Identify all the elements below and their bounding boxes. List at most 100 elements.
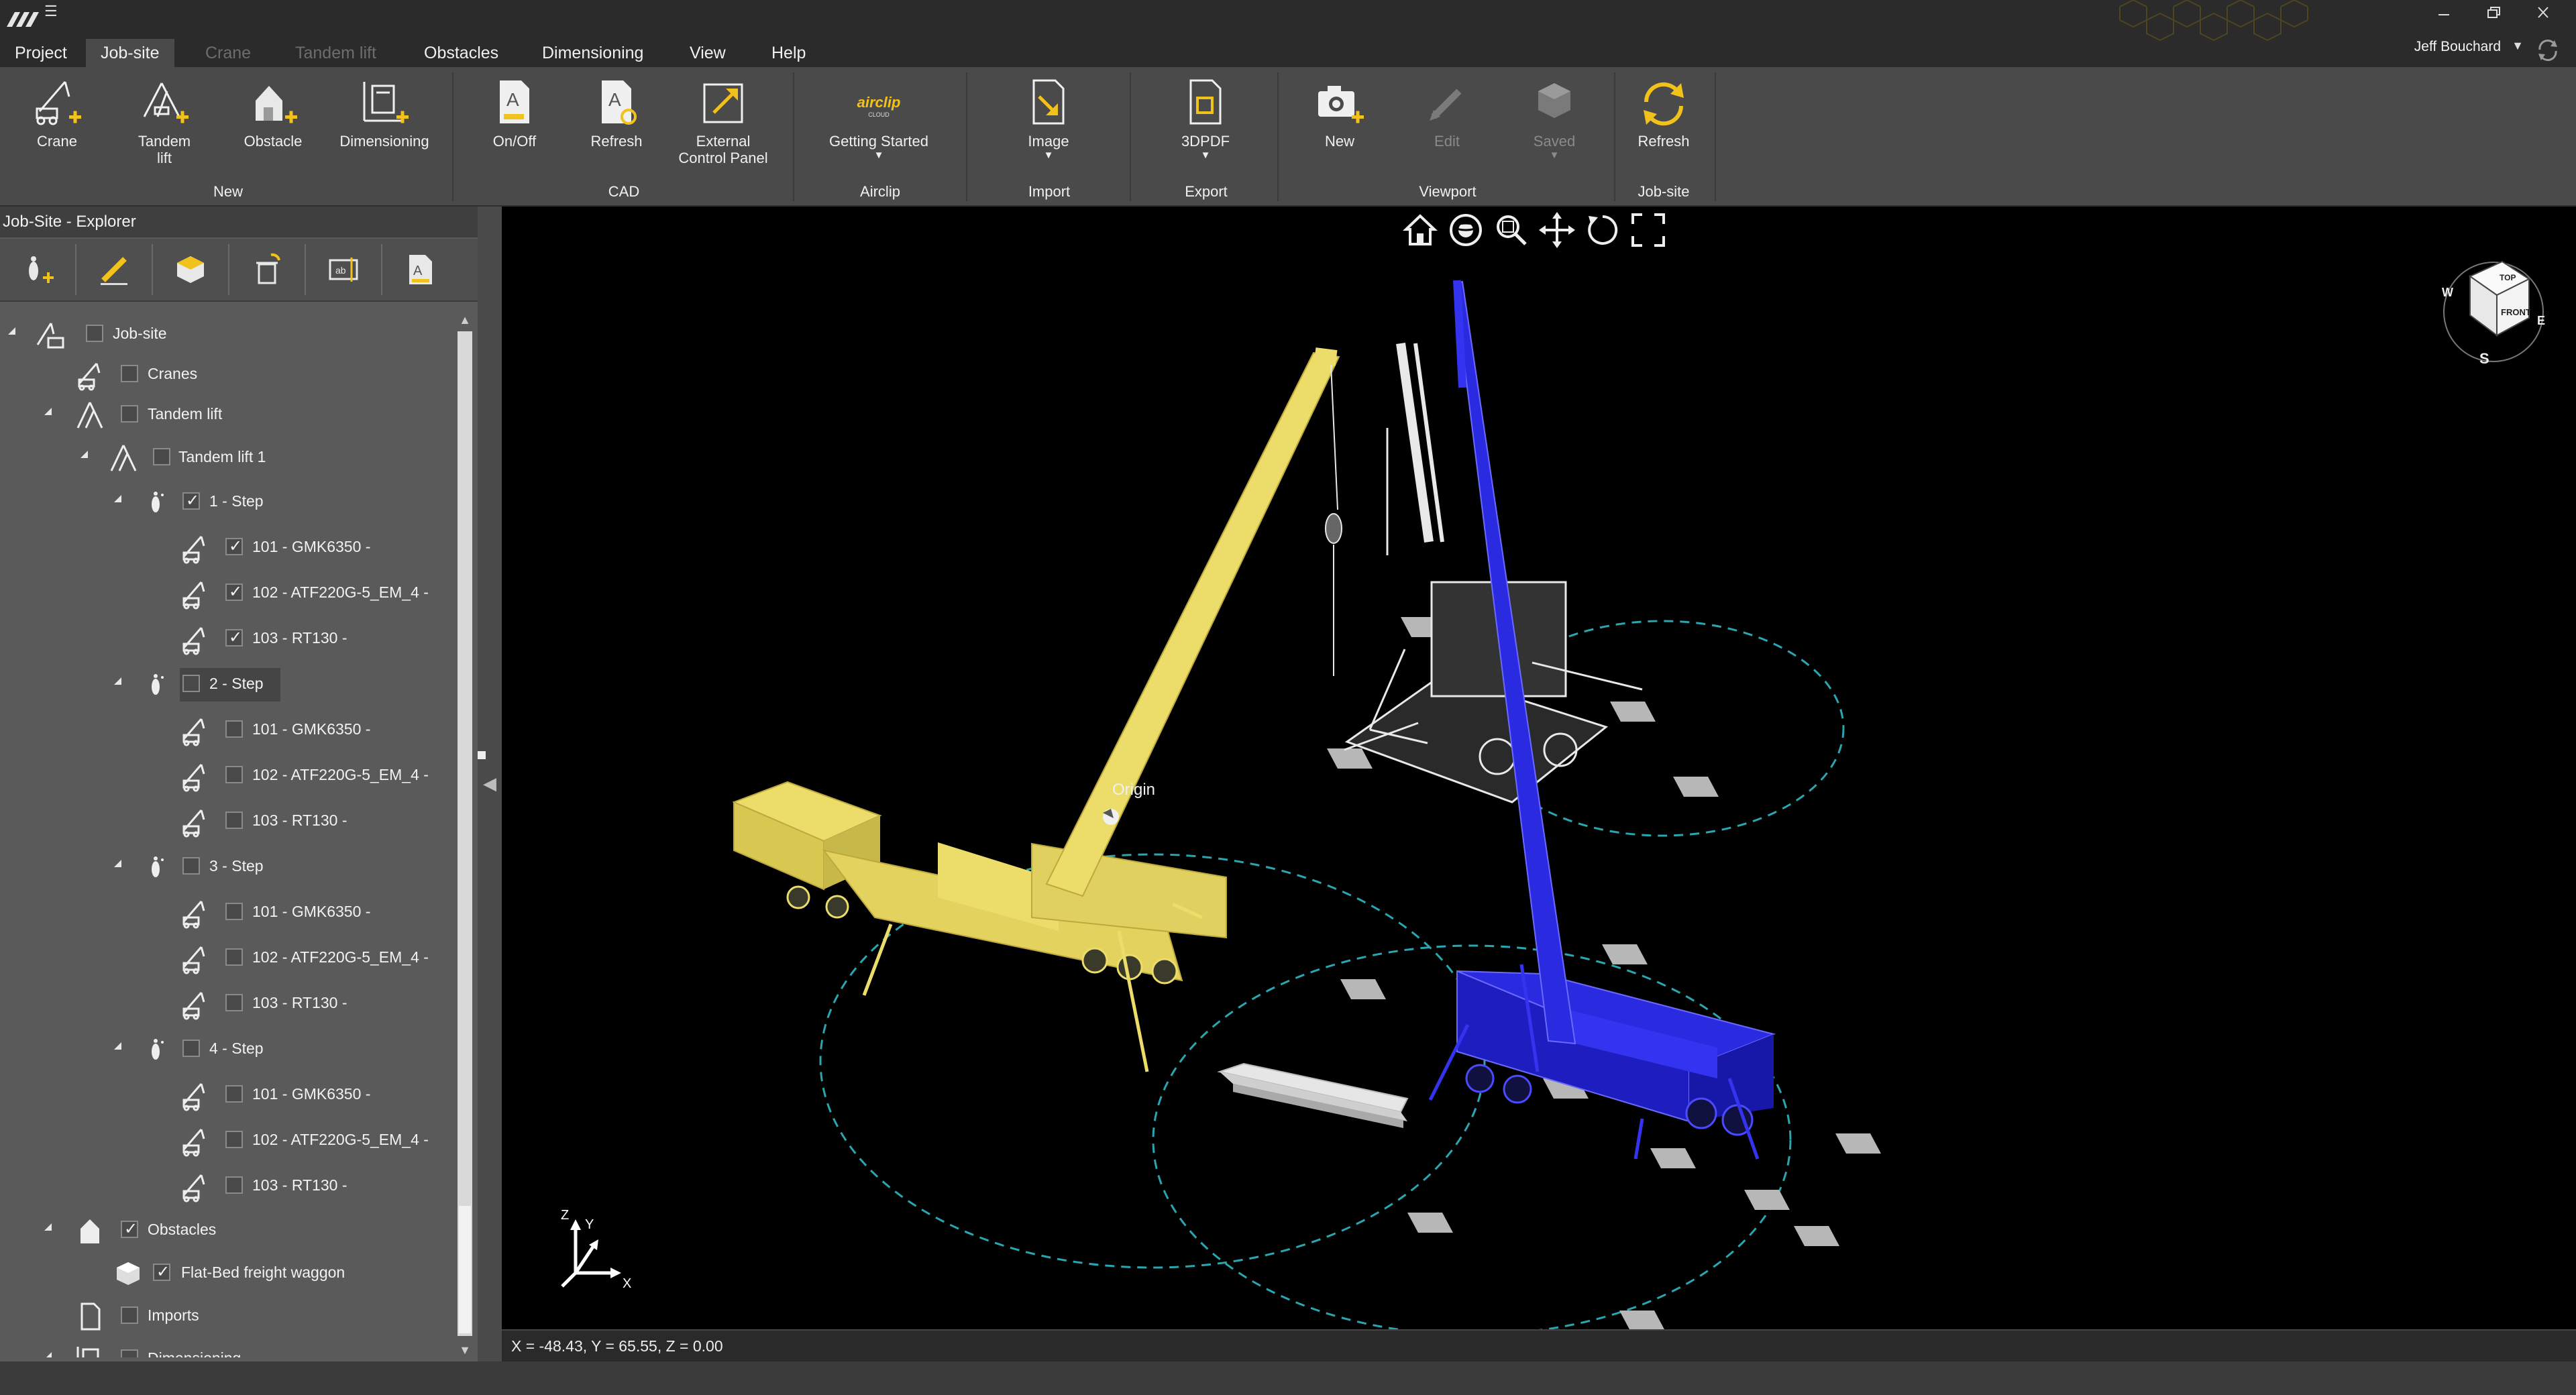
user-dropdown-icon[interactable]: ▼ (2512, 39, 2524, 53)
tree-node[interactable]: Obstacles (0, 1211, 453, 1249)
saved-viewports-button[interactable]: Saved ▼ (1517, 76, 1591, 162)
new-viewport-button[interactable]: New (1303, 76, 1377, 150)
menu-tab-view[interactable]: View (675, 39, 741, 67)
tree-node[interactable]: 102 - ATF220G-5_EM_4 - (0, 1121, 453, 1159)
collapse-panel-icon[interactable]: ◀ (483, 773, 496, 794)
tree-checkbox[interactable] (225, 1176, 243, 1194)
tree-node[interactable]: 101 - GMK6350 - (0, 1076, 453, 1113)
tree-node[interactable]: 1 - Step (0, 483, 453, 520)
tree-node[interactable]: 101 - GMK6350 - (0, 893, 453, 931)
menu-tab-dimensioning[interactable]: Dimensioning (527, 39, 658, 67)
tandem-lift-button[interactable]: Tandem lift (127, 76, 201, 166)
3d-viewport[interactable]: Origin TOP FRONT W E S Z Y X (502, 207, 2576, 1361)
tree-checkbox[interactable] (225, 537, 243, 556)
tree-node[interactable]: 102 - ATF220G-5_EM_4 - (0, 574, 453, 612)
tree-checkbox[interactable] (86, 325, 103, 342)
external-control-panel-button[interactable]: External Control Panel (669, 76, 777, 166)
tree-checkbox[interactable] (153, 448, 170, 465)
tree-checkbox[interactable] (121, 1349, 138, 1357)
explorer-annotation-button[interactable]: A (382, 244, 458, 295)
tree-checkbox[interactable] (121, 1306, 138, 1324)
tree-node[interactable]: 101 - GMK6350 - (0, 711, 453, 748)
quick-access-menu-icon[interactable]: ☰ (44, 3, 58, 20)
tree-node[interactable]: Job-site (0, 315, 453, 353)
tree-node[interactable]: Cranes (0, 355, 453, 393)
explorer-scrollbar[interactable]: ▲ ▼ (455, 307, 475, 1360)
jobsite-refresh-button[interactable]: Refresh (1623, 76, 1704, 150)
tree-expander-icon[interactable] (80, 451, 88, 458)
scrollbar-track[interactable] (458, 331, 472, 1336)
restore-icon[interactable] (2483, 4, 2504, 21)
explorer-edit-button[interactable] (76, 244, 153, 295)
tree-checkbox[interactable] (182, 857, 200, 875)
home-view-icon[interactable] (1401, 211, 1440, 249)
tree-node[interactable]: 102 - ATF220G-5_EM_4 - (0, 939, 453, 976)
tree-node[interactable]: Tandem lift 1 (0, 439, 453, 476)
explorer-delete-button[interactable] (229, 244, 306, 295)
tree-node[interactable]: Dimensioning (0, 1340, 453, 1357)
tree-checkbox[interactable] (225, 1131, 243, 1148)
explorer-label-button[interactable]: ab (306, 244, 382, 295)
tree-checkbox[interactable] (225, 628, 243, 647)
tree-checkbox[interactable] (182, 675, 200, 692)
tree-checkbox[interactable] (225, 994, 243, 1011)
tree-node[interactable]: 102 - ATF220G-5_EM_4 - (0, 757, 453, 794)
tree-checkbox[interactable] (153, 1262, 170, 1282)
flat-bed-freight-waggon[interactable] (1217, 1062, 1409, 1128)
tree-expander-icon[interactable] (114, 1042, 121, 1050)
orbit-icon[interactable] (1446, 211, 1485, 249)
tree-checkbox[interactable] (225, 812, 243, 829)
menu-tab-obstacles[interactable]: Obstacles (409, 39, 513, 67)
tree-node[interactable]: Imports (0, 1297, 453, 1335)
tree-checkbox[interactable] (121, 1219, 138, 1239)
tree-checkbox[interactable] (182, 491, 200, 510)
scroll-down-icon[interactable]: ▼ (455, 1340, 475, 1360)
menu-tab-crane[interactable]: Crane (191, 39, 266, 67)
tree-expander-icon[interactable] (114, 677, 121, 685)
explorer-object-button[interactable] (153, 244, 229, 295)
tree-node[interactable]: 103 - RT130 - (0, 985, 453, 1022)
splitter-handle[interactable] (478, 751, 486, 759)
explorer-add-step-button[interactable] (0, 244, 76, 295)
tree-node[interactable]: Flat-Bed freight waggon (0, 1254, 453, 1292)
job-site-scene[interactable] (502, 207, 2576, 1361)
image-import-button[interactable]: Image ▼ (1012, 76, 1085, 162)
tree-expander-icon[interactable] (114, 495, 121, 502)
tree-node[interactable]: 4 - Step (0, 1030, 453, 1068)
yellow-crane-model[interactable] (732, 347, 1340, 1072)
export-3dpdf-button[interactable]: 3DPDF ▼ (1169, 76, 1242, 162)
minimize-icon[interactable] (2434, 4, 2454, 21)
tree-expander-icon[interactable] (8, 327, 15, 335)
fullscreen-icon[interactable] (1629, 211, 1668, 249)
sync-icon[interactable] (2534, 38, 2561, 63)
navigation-cube-icon[interactable]: TOP FRONT W E S (2430, 241, 2557, 369)
dimensioning-button[interactable]: Dimensioning (334, 76, 435, 150)
tree-expander-icon[interactable] (114, 860, 121, 867)
obstacle-button[interactable]: Obstacle (236, 76, 310, 150)
menu-tab-tandem-lift[interactable]: Tandem lift (280, 39, 391, 67)
menu-tab-job-site[interactable]: Job-site (86, 39, 174, 67)
tree-node[interactable]: Tandem lift (0, 396, 453, 433)
user-name[interactable]: Jeff Bouchard (2414, 39, 2501, 55)
menu-tab-project[interactable]: Project (0, 39, 82, 67)
getting-started-button[interactable]: airclip CLOUD Getting Started ▼ (818, 76, 939, 162)
tree-checkbox[interactable] (121, 365, 138, 382)
edit-viewport-button[interactable]: Edit (1410, 76, 1484, 150)
tree-node[interactable]: 103 - RT130 - (0, 802, 453, 840)
tree-expander-icon[interactable] (44, 1223, 52, 1231)
onoff-button[interactable]: A On/Off (478, 76, 551, 150)
tree-expander-icon[interactable] (44, 1352, 52, 1357)
cad-refresh-button[interactable]: A Refresh (580, 76, 653, 150)
tree-node[interactable]: 103 - RT130 - (0, 1167, 453, 1205)
tree-checkbox[interactable] (225, 903, 243, 920)
tree-checkbox[interactable] (225, 720, 243, 738)
scroll-up-icon[interactable]: ▲ (455, 310, 475, 330)
tree-node[interactable]: 103 - RT130 - (0, 620, 453, 657)
tree-checkbox[interactable] (225, 582, 243, 602)
crane-button[interactable]: Crane (20, 76, 94, 150)
tree-node[interactable]: 101 - GMK6350 - (0, 528, 453, 566)
tree-node[interactable]: 3 - Step (0, 848, 453, 885)
panel-splitter[interactable]: ◀ (478, 207, 502, 1361)
menu-tab-help[interactable]: Help (757, 39, 820, 67)
tree-expander-icon[interactable] (44, 408, 52, 415)
